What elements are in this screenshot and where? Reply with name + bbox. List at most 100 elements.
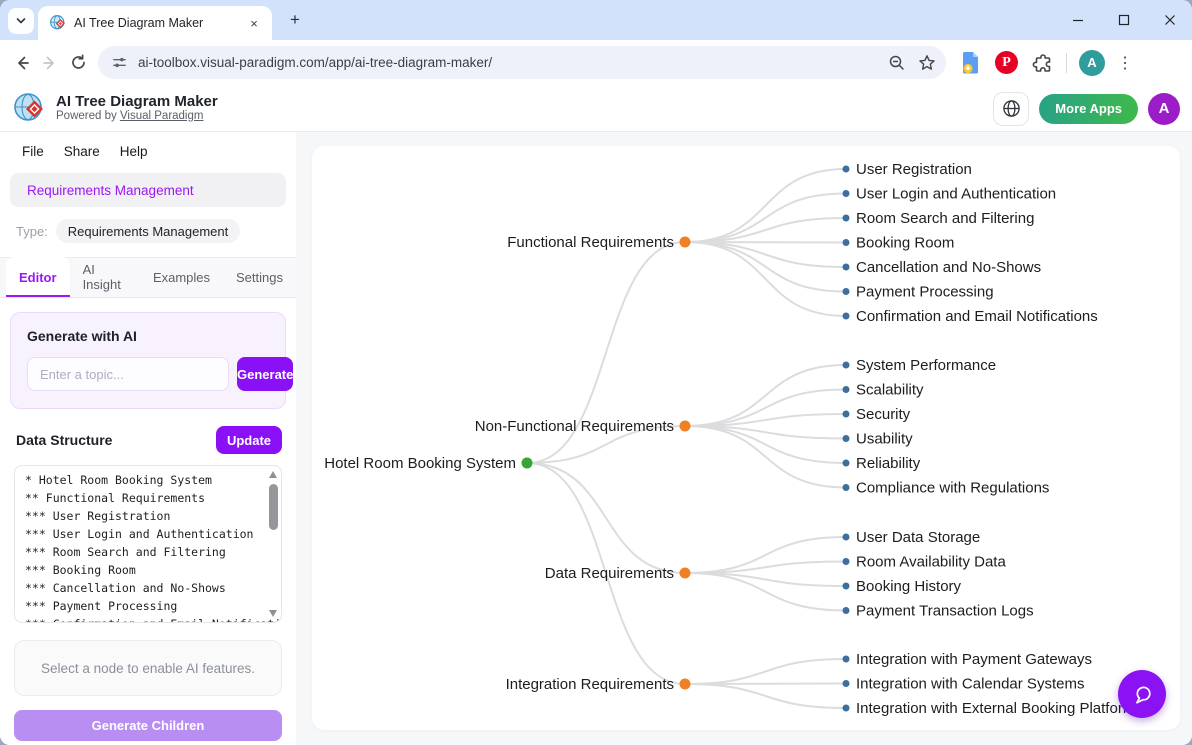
document-title-box[interactable]: Requirements Management [10,173,286,207]
tree-branch-label[interactable]: Non-Functional Requirements [475,418,674,435]
tree-leaf-label[interactable]: Confirmation and Email Notifications [856,308,1098,325]
tree-leaf-label[interactable]: Booking Room [856,235,954,252]
site-settings-icon[interactable] [111,54,128,71]
tree-root-label[interactable]: Hotel Room Booking System [324,455,516,472]
tree-branch-label[interactable]: Data Requirements [545,565,674,582]
tree-branch-dot[interactable] [680,568,691,579]
pinterest-extension-icon[interactable]: P [995,51,1018,74]
window-maximize-button[interactable] [1116,12,1132,28]
tree-link [685,365,846,426]
tree-leaf-label[interactable]: Compliance with Regulations [856,480,1049,497]
tab-search-button[interactable] [8,8,34,34]
tree-leaf-label[interactable]: Payment Processing [856,284,994,301]
tab-settings[interactable]: Settings [223,257,296,297]
docs-offline-extension-icon[interactable] [960,51,981,75]
tree-leaf-dot[interactable] [843,288,850,295]
tree-leaf-dot[interactable] [843,215,850,222]
tree-leaf-dot[interactable] [843,656,850,663]
tree-branch-dot[interactable] [680,237,691,248]
tree-leaf-dot[interactable] [843,680,850,687]
editor-scrollbar[interactable] [267,468,279,620]
browser-menu-kebab-icon[interactable]: ⋮ [1113,53,1137,73]
tree-leaf-label[interactable]: Payment Transaction Logs [856,603,1034,620]
tree-branch-label[interactable]: Integration Requirements [506,676,674,693]
tab-editor[interactable]: Editor [6,257,70,297]
extensions-puzzle-icon[interactable] [1032,52,1054,74]
url-bar[interactable]: ai-toolbox.visual-paradigm.com/app/ai-tr… [98,46,946,79]
tree-leaf-dot[interactable] [843,705,850,712]
chat-fab-button[interactable] [1118,670,1166,718]
tree-leaf-dot[interactable] [843,313,850,320]
tree-leaf-dot[interactable] [843,583,850,590]
tree-branch-dot[interactable] [680,421,691,432]
data-structure-editor[interactable]: * Hotel Room Booking System ** Functiona… [14,465,282,623]
update-button[interactable]: Update [216,426,282,454]
scrollbar-up-icon[interactable] [269,471,277,478]
tree-leaf-dot[interactable] [843,166,850,173]
type-value-pill: Requirements Management [56,219,240,243]
tree-leaf-label[interactable]: Integration with External Booking Platfo… [856,700,1143,717]
tree-leaf-label[interactable]: User Data Storage [856,529,980,546]
scrollbar-thumb[interactable] [269,484,278,530]
more-apps-button[interactable]: More Apps [1039,94,1138,124]
tree-leaf-label[interactable]: Cancellation and No-Shows [856,259,1041,276]
browser-tab[interactable]: AI Tree Diagram Maker × [38,6,272,40]
back-button[interactable] [8,49,36,77]
tree-leaf-dot[interactable] [843,460,850,467]
tree-leaf-label[interactable]: User Registration [856,161,972,178]
window-minimize-button[interactable] [1070,12,1086,28]
tree-leaf-label[interactable]: Room Search and Filtering [856,210,1034,227]
zoom-out-icon[interactable] [888,54,906,72]
window-close-button[interactable] [1162,12,1178,28]
tab-close-icon[interactable]: × [246,15,262,31]
tree-leaf-label[interactable]: Integration with Payment Gateways [856,651,1092,668]
tree-leaf-label[interactable]: Reliability [856,455,921,472]
tree-leaf-label[interactable]: System Performance [856,357,996,374]
browser-toolbar: ai-toolbox.visual-paradigm.com/app/ai-tr… [0,40,1192,85]
tree-leaf-dot[interactable] [843,264,850,271]
tree-leaf-dot[interactable] [843,558,850,565]
generate-children-button[interactable]: Generate Children [14,710,282,741]
tree-leaf-dot[interactable] [843,239,850,246]
generate-panel-title: Generate with AI [27,328,269,344]
tree-branch-dot[interactable] [680,679,691,690]
diagram-canvas[interactable]: User Registration User Login and Authenti… [312,146,1180,730]
reload-button[interactable] [64,49,92,77]
menu-item-help[interactable]: Help [120,144,148,159]
bookmark-star-icon[interactable] [918,54,936,72]
generate-button[interactable]: Generate [237,357,293,391]
browser-profile-avatar[interactable]: A [1079,50,1105,76]
tree-leaf-label[interactable]: Room Availability Data [856,554,1006,571]
tree-branch-label[interactable]: Functional Requirements [507,234,674,251]
scrollbar-down-icon[interactable] [269,610,277,617]
tree-leaf-dot[interactable] [843,435,850,442]
tree-leaf-dot[interactable] [843,386,850,393]
tree-leaf-dot[interactable] [843,534,850,541]
visual-paradigm-link[interactable]: Visual Paradigm [120,110,204,122]
tree-leaf-label[interactable]: Booking History [856,578,962,595]
menu-item-share[interactable]: Share [64,144,100,159]
tree-leaf-dot[interactable] [843,190,850,197]
tree-leaf-label[interactable]: User Login and Authentication [856,186,1056,203]
tab-examples[interactable]: Examples [140,257,223,297]
tree-link [527,463,685,573]
url-text[interactable]: ai-toolbox.visual-paradigm.com/app/ai-tr… [138,55,888,70]
new-tab-button[interactable]: + [284,9,306,31]
language-globe-button[interactable] [993,92,1029,126]
tree-leaf-dot[interactable] [843,484,850,491]
forward-button[interactable] [36,49,64,77]
menu-item-file[interactable]: File [22,144,44,159]
tree-leaf-label[interactable]: Security [856,406,911,423]
tree-leaf-dot[interactable] [843,411,850,418]
tree-leaf-dot[interactable] [843,607,850,614]
menu-bar: File Share Help [0,132,296,159]
tree-root-dot[interactable] [522,458,533,469]
tree-leaf-label[interactable]: Integration with Calendar Systems [856,676,1084,693]
tree-leaf-dot[interactable] [843,362,850,369]
tree-leaf-label[interactable]: Scalability [856,382,924,399]
data-structure-text[interactable]: * Hotel Room Booking System ** Functiona… [25,471,265,623]
topic-input[interactable] [27,357,229,391]
user-avatar[interactable]: A [1148,93,1180,125]
tab-ai-insight[interactable]: AI Insight [70,257,140,297]
tree-leaf-label[interactable]: Usability [856,431,913,448]
